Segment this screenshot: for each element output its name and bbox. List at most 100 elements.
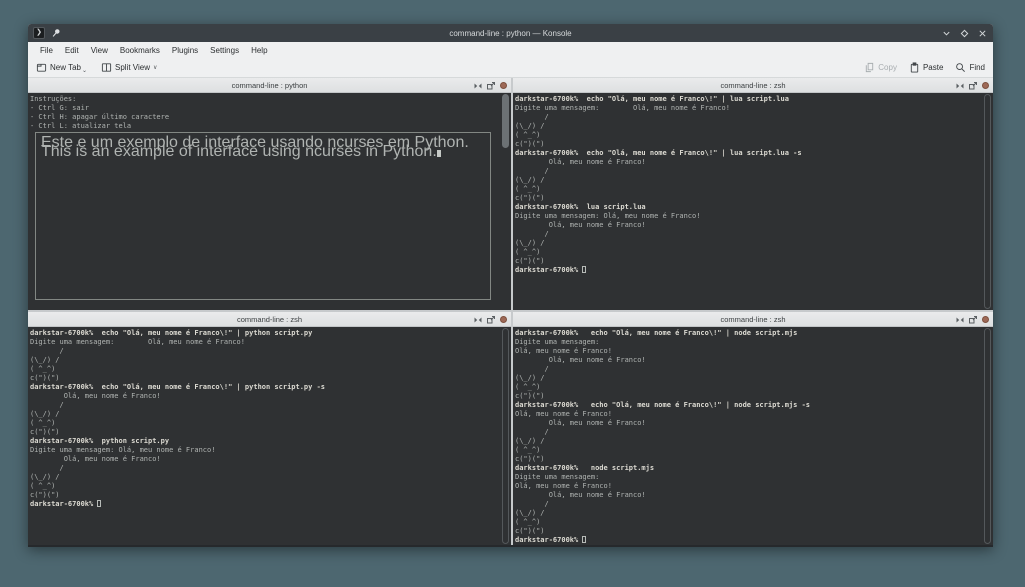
terminal-line: ( ^_^) [30,419,56,427]
terminal-line: Olá, meu nome é Franco! [515,158,646,166]
konsole-app-icon: ❯ [33,27,45,39]
scrollbar[interactable] [984,328,991,544]
pane-maximize-icon[interactable] [474,316,482,324]
pane-detach-icon[interactable] [487,81,495,90]
terminal-view-python[interactable]: Instruções: - Ctrl G: sair - Ctrl H: apaga… [28,93,511,310]
terminal-line: Olá, meu nome é Franco! [30,455,161,463]
terminal-line: This is an example of interface using nc… [41,144,490,160]
terminal-view-node[interactable]: darkstar-6700k% echo "Olá, meu nome é Fr… [513,327,993,545]
close-button[interactable] [977,28,987,38]
terminal-line: darkstar-6700k% node script.mjs [515,464,655,472]
terminal-line: (\_/) / [515,239,545,247]
terminal-line: / [515,167,549,175]
find-button[interactable]: Find [955,62,985,73]
terminal-output[interactable]: darkstar-6700k% echo "Olá, meu nome é Fr… [515,95,981,310]
paste-label: Paste [922,63,944,72]
terminal-line: ( ^_^) [515,185,541,193]
menu-help[interactable]: Help [245,46,273,55]
menu-plugins[interactable]: Plugins [166,46,204,55]
maximize-button[interactable] [959,28,969,38]
terminal-cursor [582,266,587,273]
scrollbar[interactable] [502,328,509,544]
pane-top-right-header[interactable]: command-line : zsh [513,78,993,93]
pane-top-right[interactable]: command-line : zsh darkstar-6700k% echo … [513,78,993,310]
terminal-line: / [515,113,549,121]
pane-maximize-icon[interactable] [474,82,482,90]
pane-close-icon[interactable] [500,82,507,89]
pane-maximize-icon[interactable] [956,82,964,90]
pane-detach-icon[interactable] [969,315,977,324]
terminal-line: ( ^_^) [515,446,541,454]
copy-label: Copy [878,63,897,72]
scrollbar[interactable] [502,94,509,309]
menu-settings[interactable]: Settings [204,46,245,55]
split-view-caret-icon[interactable]: ∨ [153,64,157,71]
terminal-line: Olá, meu nome é Franco! [30,392,161,400]
scrollbar-handle[interactable] [984,328,991,544]
pane-bottom-right-header[interactable]: command-line : zsh [513,312,993,327]
terminal-line: c(")(") [30,491,60,499]
scrollbar-handle[interactable] [502,328,509,544]
terminal-line: / [30,401,64,409]
pane-bottom-left-header[interactable]: command-line : zsh [28,312,511,327]
menu-view[interactable]: View [85,46,114,55]
terminal-line: - Ctrl H: apagar último caractere [30,113,170,121]
terminal-output[interactable]: darkstar-6700k% echo "Olá, meu nome é Fr… [30,329,499,545]
terminal-line: (\_/) / [515,176,545,184]
pane-top-left[interactable]: command-line : python Instruções: - Ctrl … [28,78,511,310]
minimize-button[interactable] [941,28,951,38]
terminal-line: Olá, meu nome é Franco! [515,410,612,418]
terminal-line: / [515,365,549,373]
pane-bottom-right[interactable]: command-line : zsh darkstar-6700k% echo … [513,312,993,545]
ncurses-text-box[interactable]: Este e um exemplo de interface usando nc… [35,132,491,300]
terminal-line: darkstar-6700k% python script.py [30,437,170,445]
terminal-output[interactable]: darkstar-6700k% echo "Olá, meu nome é Fr… [515,329,981,545]
new-tab-caret-icon[interactable]: ⌄ [82,67,87,74]
terminal-line: / [30,464,64,472]
terminal-line: darkstar-6700k% [515,536,981,545]
pane-detach-icon[interactable] [969,81,977,90]
terminal-cursor [97,500,102,507]
terminal-line: (\_/) / [30,356,60,364]
terminal-line: Digite uma mensagem: Olá, meu nome é Fra… [30,446,216,454]
terminal-line: Digite uma mensagem: Olá, meu nome é Fra… [515,104,730,112]
menu-bar: File Edit View Bookmarks Plugins Setting… [28,42,993,58]
new-tab-icon [36,62,47,73]
pane-close-icon[interactable] [982,82,989,89]
horizontal-splitter[interactable] [28,310,993,312]
terminal-line: (\_/) / [30,473,60,481]
terminal-line: c(")(") [515,194,545,202]
menu-file[interactable]: File [34,46,59,55]
terminal-view-lua[interactable]: darkstar-6700k% echo "Olá, meu nome é Fr… [513,93,993,310]
copy-button[interactable]: Copy [864,62,897,73]
title-bar[interactable]: ❯ command-line : python — Konsole [28,24,993,42]
pane-close-icon[interactable] [982,316,989,323]
pane-detach-icon[interactable] [487,315,495,324]
desktop: { "window": { "title": "command-line : p… [0,0,1025,587]
paste-button[interactable]: Paste [909,62,943,73]
scrollbar-handle[interactable] [502,94,509,148]
terminal-line: darkstar-6700k% echo "Olá, meu nome é Fr… [30,329,313,337]
menu-bookmarks[interactable]: Bookmarks [114,46,166,55]
pane-top-left-header[interactable]: command-line : python [28,78,511,93]
terminal-cursor [436,150,441,157]
terminal-line: c(")(") [515,455,545,463]
pane-close-icon[interactable] [500,316,507,323]
pane-maximize-icon[interactable] [956,316,964,324]
new-tab-button[interactable]: New Tab ⌄ [36,62,87,74]
terminal-line: ( ^_^) [515,518,541,526]
terminal-line: Digite uma mensagem: Olá, meu nome é Fra… [515,212,701,220]
split-view-button[interactable]: Split View ∨ [101,62,157,73]
paste-icon [909,62,920,73]
scrollbar-handle[interactable] [984,94,991,309]
terminal-line: (\_/) / [515,509,545,517]
scrollbar[interactable] [984,94,991,309]
find-icon [955,62,966,73]
pin-icon [50,27,62,39]
menu-edit[interactable]: Edit [59,46,85,55]
terminal-line: / [515,230,549,238]
terminal-view-python-script[interactable]: darkstar-6700k% echo "Olá, meu nome é Fr… [28,327,511,545]
terminal-line: Olá, meu nome é Franco! [515,347,612,355]
terminal-line: / [30,347,64,355]
pane-bottom-left[interactable]: command-line : zsh darkstar-6700k% echo … [28,312,511,545]
